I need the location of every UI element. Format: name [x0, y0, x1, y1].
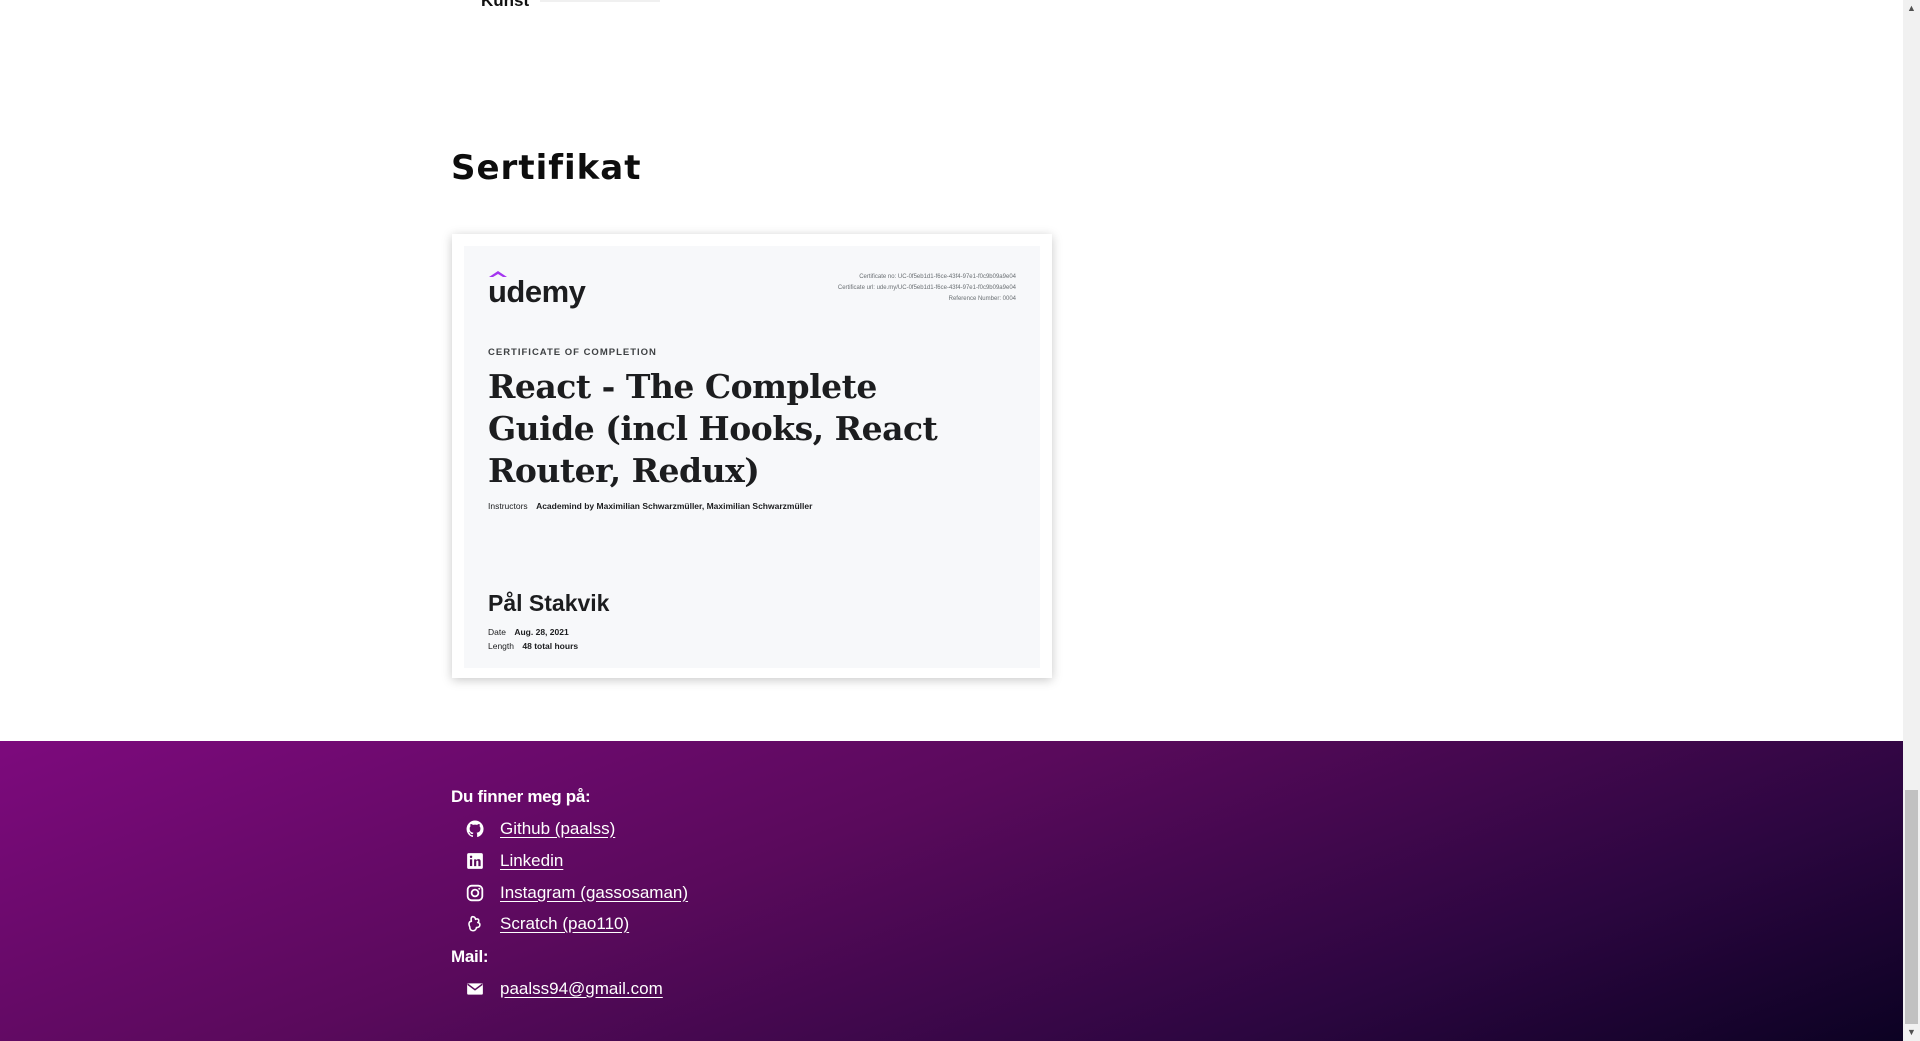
scratch-icon: [468, 915, 481, 932]
github-link[interactable]: Github (paalss): [500, 819, 615, 839]
envelope-icon: [467, 983, 483, 995]
certificate-date: Date Aug. 28, 2021: [488, 627, 569, 637]
footer-link-github: Github (paalss): [466, 818, 615, 840]
mail-link[interactable]: paalss94@gmail.com: [500, 979, 663, 999]
scroll-up-icon[interactable]: ▲: [1903, 0, 1920, 17]
certificate-image: udemy Certificate no: UC-0f5eb1d1-f6ce-4…: [464, 246, 1040, 668]
page: Kunst Sertifikat udemy Certificate no: U…: [0, 0, 1903, 1041]
certificate-recipient: Pål Stakvik: [488, 590, 610, 616]
linkedin-link[interactable]: Linkedin: [500, 851, 563, 871]
certificate-kicker: CERTIFICATE OF COMPLETION: [488, 347, 657, 358]
length-value: 48 total hours: [522, 641, 579, 651]
date-value: Aug. 28, 2021: [514, 627, 569, 637]
footer-link-linkedin: Linkedin: [466, 850, 563, 872]
footer-find-heading: Du finner meg på:: [451, 787, 591, 806]
footer-link-mail: paalss94@gmail.com: [466, 978, 663, 1000]
certificate-number: Certificate no: UC-0f5eb1d1-f6ce-43f4-97…: [859, 274, 1016, 280]
date-label: Date: [488, 627, 506, 637]
previous-section-item: Kunst: [481, 0, 530, 10]
scrollbar-thumb[interactable]: [1905, 790, 1918, 1024]
github-icon: [466, 820, 484, 838]
certificate-meta: Certificate no: UC-0f5eb1d1-f6ce-43f4-97…: [838, 272, 1016, 305]
previous-section-divider: [540, 0, 660, 2]
vertical-scrollbar[interactable]: ▲ ▼: [1903, 0, 1920, 1041]
instagram-link[interactable]: Instagram (gassosaman): [500, 883, 688, 903]
instructors-label: Instructors: [488, 501, 528, 511]
length-label: Length: [488, 641, 514, 651]
certificate-card[interactable]: udemy Certificate no: UC-0f5eb1d1-f6ce-4…: [452, 234, 1052, 678]
certificate-instructors: Instructors Academind by Maximilian Schw…: [488, 501, 812, 511]
certificate-length: Length 48 total hours: [488, 641, 578, 651]
instructors-value: Academind by Maximilian Schwarzmüller, M…: [536, 501, 813, 511]
certificate-course-title: React - The Complete Guide (incl Hooks, …: [488, 367, 938, 490]
footer: Du finner meg på: Github (paalss) Linked…: [0, 741, 1903, 1041]
scratch-link[interactable]: Scratch (pao110): [500, 914, 629, 934]
footer-link-scratch: Scratch (pao110): [466, 913, 629, 935]
certificate-url: Certificate url: ude.my/UC-0f5eb1d1-f6ce…: [837, 285, 1016, 291]
instagram-icon: [466, 884, 484, 902]
certificate-reference: Reference Number: 0004: [948, 296, 1016, 302]
certificates-title: Sertifikat: [451, 148, 642, 188]
footer-mail-heading: Mail:: [451, 947, 489, 966]
udemy-wordmark: udemy: [488, 274, 586, 309]
linkedin-icon: [467, 853, 483, 869]
scroll-down-icon[interactable]: ▼: [1903, 1024, 1920, 1041]
footer-link-instagram: Instagram (gassosaman): [466, 882, 688, 904]
